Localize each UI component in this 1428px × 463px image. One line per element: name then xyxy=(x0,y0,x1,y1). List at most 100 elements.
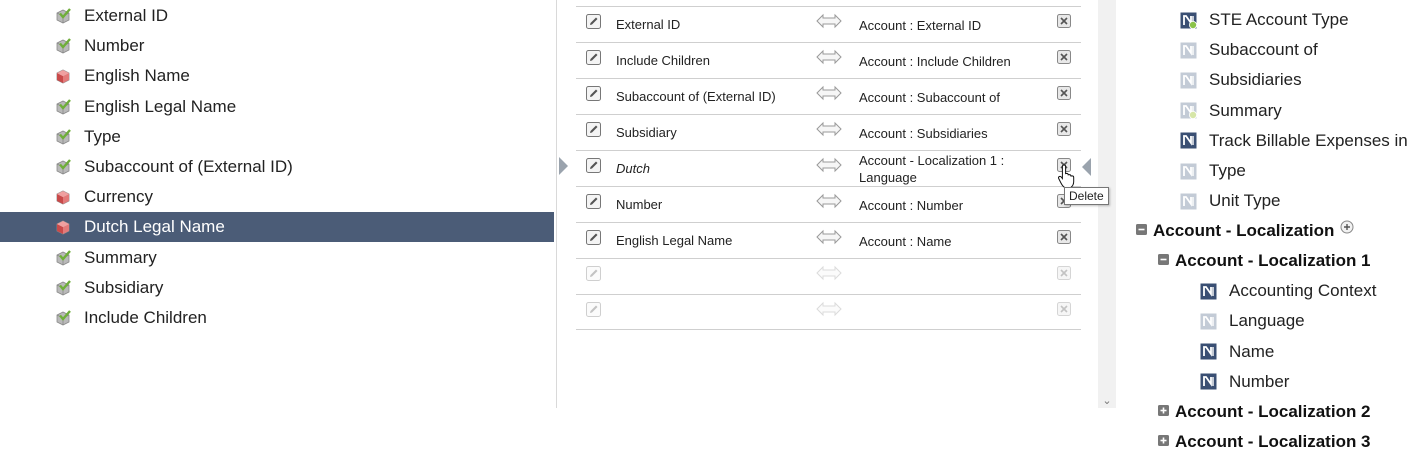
tree-group-localization-3[interactable]: Account - Localization 3 xyxy=(1158,427,1371,457)
collapse-icon[interactable] xyxy=(1136,222,1153,240)
source-field-row[interactable]: Summary xyxy=(0,243,554,273)
bidirectional-arrow-icon xyxy=(816,265,842,281)
required-field-icon xyxy=(54,67,72,85)
edit-pencil-icon[interactable] xyxy=(586,14,601,29)
mapping-row: External ID Account : External ID xyxy=(576,6,1081,42)
target-field-label: Track Billable Expenses in xyxy=(1209,130,1408,150)
source-field-row[interactable]: Dutch Legal Name xyxy=(0,212,554,243)
target-field-label: Subaccount of xyxy=(1209,40,1318,60)
target-field-label: Unit Type xyxy=(1209,191,1281,211)
delete-icon[interactable] xyxy=(1057,86,1071,100)
scroll-down-icon[interactable]: ⌄ xyxy=(1100,394,1114,408)
mapping-target-label: Account : Include Children xyxy=(859,54,1011,69)
target-field-row[interactable]: Language xyxy=(1200,306,1305,336)
check-field-icon xyxy=(54,7,72,25)
target-field-row[interactable]: Subaccount of xyxy=(1180,35,1318,65)
mapped-field-icon xyxy=(1180,132,1197,149)
mapping-row xyxy=(576,258,1081,294)
required-field-icon xyxy=(54,188,72,206)
target-field-row[interactable]: Accounting Context xyxy=(1200,276,1376,306)
source-field-row[interactable]: English Name xyxy=(0,61,554,91)
source-field-row[interactable]: Subaccount of (External ID) xyxy=(0,152,554,182)
delete-icon[interactable] xyxy=(1057,230,1071,244)
unmapped-field-icon xyxy=(1180,72,1197,89)
delete-tooltip: Delete xyxy=(1064,187,1109,205)
required-field-icon xyxy=(54,218,72,236)
unmapped-field-icon xyxy=(1200,313,1217,330)
source-field-label: Currency xyxy=(84,187,153,207)
source-field-row[interactable]: Type xyxy=(0,122,554,152)
mapping-target-label: Account - Localization 1 : Language xyxy=(859,153,1005,185)
target-field-row[interactable]: Name xyxy=(1200,337,1274,367)
mapping-target-label: Account : Name xyxy=(859,234,952,249)
delete-icon[interactable] xyxy=(1057,122,1071,136)
unmapped-required-field-icon xyxy=(1180,102,1197,120)
edit-pencil-icon[interactable] xyxy=(586,194,601,209)
mapping-row: Dutch Account - Localization 1 : Language xyxy=(576,150,1081,186)
target-field-row[interactable]: Number xyxy=(1200,367,1289,397)
source-field-label: Include Children xyxy=(84,308,207,327)
mapping-source-label: Dutch xyxy=(616,161,650,176)
source-field-label: Number xyxy=(84,36,145,56)
check-field-icon xyxy=(54,279,72,297)
right-pointer-icon xyxy=(1082,158,1091,176)
edit-pencil-icon[interactable] xyxy=(586,230,601,245)
edit-pencil-icon[interactable] xyxy=(586,86,601,101)
mapping-source-label: English Legal Name xyxy=(616,233,733,248)
edit-pencil-icon[interactable] xyxy=(586,122,601,137)
tree-group-localization[interactable]: Account - Localization xyxy=(1136,216,1354,246)
mapping-row xyxy=(576,294,1081,330)
mapping-source-label: Subsidiary xyxy=(616,125,677,140)
delete-icon[interactable] xyxy=(1057,302,1071,316)
hand-cursor-icon xyxy=(1058,164,1075,188)
collapse-icon[interactable] xyxy=(1158,252,1175,270)
source-field-row[interactable]: English Legal Name xyxy=(0,92,554,122)
target-field-row[interactable]: Subsidiaries xyxy=(1180,65,1302,95)
bidirectional-arrow-icon xyxy=(816,85,842,101)
unmapped-field-icon xyxy=(1180,42,1197,59)
tree-group-localization-2[interactable]: Account - Localization 2 xyxy=(1158,397,1371,427)
source-field-label: Summary xyxy=(84,247,157,267)
delete-icon[interactable] xyxy=(1057,50,1071,64)
expand-icon[interactable] xyxy=(1158,433,1175,451)
target-field-label: Name xyxy=(1229,341,1275,361)
add-circle-icon[interactable] xyxy=(1340,220,1354,234)
tree-group-label: Account - Localization 3 xyxy=(1175,432,1371,451)
unmapped-field-icon xyxy=(1180,163,1197,180)
mapped-required-field-icon xyxy=(1180,12,1197,29)
target-field-row[interactable]: Track Billable Expenses in xyxy=(1180,126,1408,156)
tree-group-label: Account - Localization 1 xyxy=(1175,251,1371,270)
edit-pencil-icon[interactable] xyxy=(586,302,601,317)
source-field-label: Subaccount of (External ID) xyxy=(84,157,293,176)
left-pointer-icon xyxy=(559,157,568,175)
source-field-row[interactable]: Include Children xyxy=(0,303,554,333)
source-field-row[interactable]: External ID xyxy=(0,1,554,31)
target-field-row[interactable]: Unit Type xyxy=(1180,186,1281,216)
mapped-field-icon xyxy=(1200,343,1217,360)
source-field-label: English Legal Name xyxy=(84,96,237,116)
target-field-row[interactable]: Summary xyxy=(1180,96,1282,126)
bidirectional-arrow-icon xyxy=(816,13,842,29)
bidirectional-arrow-icon xyxy=(816,229,842,245)
expand-icon[interactable] xyxy=(1158,403,1175,421)
bidirectional-arrow-icon xyxy=(816,121,842,137)
edit-pencil-icon[interactable] xyxy=(586,158,601,173)
delete-icon[interactable] xyxy=(1057,14,1071,28)
check-field-icon xyxy=(54,249,72,267)
mapping-source-label: Include Children xyxy=(616,53,710,68)
mapping-row: Include Children Account : Include Childr… xyxy=(576,42,1081,78)
check-field-icon xyxy=(54,128,72,146)
target-field-row[interactable]: Type xyxy=(1180,156,1246,186)
check-field-icon xyxy=(54,98,72,116)
tree-group-localization-1[interactable]: Account - Localization 1 xyxy=(1158,246,1371,276)
edit-pencil-icon[interactable] xyxy=(586,266,601,281)
source-field-row[interactable]: Subsidiary xyxy=(0,273,554,303)
bidirectional-arrow-icon xyxy=(816,193,842,209)
source-field-row[interactable]: Number xyxy=(0,31,554,61)
target-field-row[interactable]: STE Account Type xyxy=(1180,5,1349,35)
mapping-target-label: Account : Subsidiaries xyxy=(859,126,988,141)
edit-pencil-icon[interactable] xyxy=(586,50,601,65)
source-field-row[interactable]: Currency xyxy=(0,182,554,212)
target-field-label: Number xyxy=(1229,371,1290,391)
delete-icon[interactable] xyxy=(1057,266,1071,280)
